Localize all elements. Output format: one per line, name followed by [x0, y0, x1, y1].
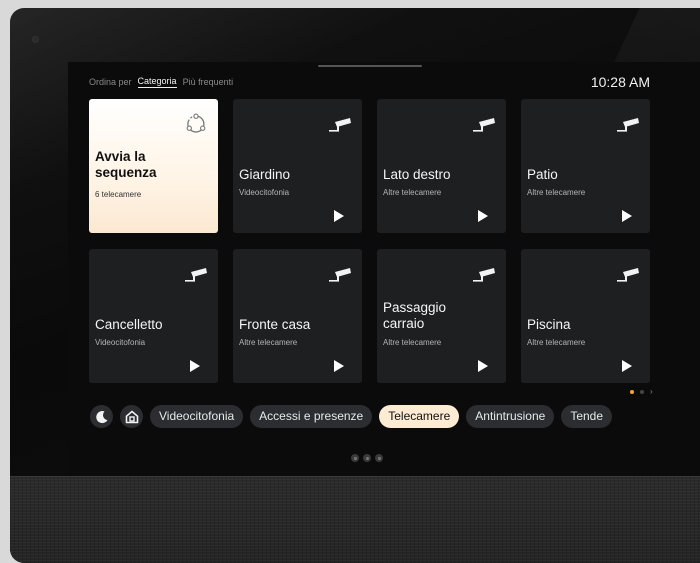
- category-telecamere[interactable]: Telecamere: [379, 405, 460, 428]
- card-passaggio-carraio[interactable]: Passaggio carraio Altre telecamere: [377, 249, 506, 383]
- touch-buttons: [351, 454, 383, 462]
- sequence-icon: [186, 113, 206, 133]
- card-title: Lato destro: [383, 167, 451, 182]
- play-icon[interactable]: [190, 360, 200, 372]
- sort-bar: Ordina per Categoria Più frequenti: [89, 76, 233, 88]
- play-icon[interactable]: [478, 210, 488, 222]
- camera-icon: [617, 268, 639, 282]
- category-accessi-e-presenze[interactable]: Accessi e presenze: [250, 405, 373, 428]
- card-title: Patio: [527, 167, 558, 182]
- card-subtitle: Altre telecamere: [239, 338, 298, 347]
- home-icon: [125, 410, 138, 423]
- moon-icon: [95, 410, 107, 423]
- camera-icon: [473, 118, 495, 132]
- play-icon[interactable]: [334, 210, 344, 222]
- camera-icon: [329, 118, 351, 132]
- camera-icon: [185, 268, 207, 282]
- touch-button[interactable]: [351, 454, 359, 462]
- camera-sensor: [32, 36, 39, 43]
- speaker-grille: [10, 476, 700, 563]
- page-indicator: ›: [630, 388, 653, 396]
- category-bar: Videocitofonia Accessi e presenze Teleca…: [90, 405, 613, 428]
- card-title: Fronte casa: [239, 317, 311, 332]
- page-dot-active[interactable]: [630, 390, 634, 394]
- card-subtitle: 6 telecamere: [95, 190, 142, 199]
- touch-screen: Ordina per Categoria Più frequenti 10:28…: [68, 62, 700, 482]
- card-subtitle: Videocitofonia: [239, 188, 290, 197]
- page-dot[interactable]: [640, 390, 644, 394]
- card-subtitle: Videocitofonia: [95, 338, 146, 347]
- card-lato-destro[interactable]: Lato destro Altre telecamere: [377, 99, 506, 233]
- play-icon[interactable]: [334, 360, 344, 372]
- chevron-right-icon[interactable]: ›: [650, 388, 653, 396]
- play-icon[interactable]: [478, 360, 488, 372]
- sort-option-categoria[interactable]: Categoria: [137, 76, 177, 88]
- card-subtitle: Altre telecamere: [527, 188, 586, 197]
- camera-icon: [329, 268, 351, 282]
- category-videocitofonia[interactable]: Videocitofonia: [150, 405, 244, 428]
- card-sequence[interactable]: Avvia la sequenza 6 telecamere: [89, 99, 218, 233]
- home-button[interactable]: [120, 405, 143, 428]
- clock: 10:28 AM: [590, 74, 650, 90]
- card-patio[interactable]: Patio Altre telecamere: [521, 99, 650, 233]
- card-title: Piscina: [527, 317, 571, 332]
- card-giardino[interactable]: Giardino Videocitofonia: [233, 99, 362, 233]
- intercom-device: Ordina per Categoria Più frequenti 10:28…: [10, 8, 700, 563]
- card-title: Giardino: [239, 167, 291, 182]
- touch-button[interactable]: [363, 454, 371, 462]
- play-icon[interactable]: [622, 360, 632, 372]
- card-subtitle: Altre telecamere: [383, 188, 442, 197]
- category-antintrusione[interactable]: Antintrusione: [466, 405, 555, 428]
- card-title: Avvia la sequenza: [95, 149, 157, 180]
- sort-label: Ordina per: [89, 77, 132, 87]
- category-tende[interactable]: Tende: [561, 405, 613, 428]
- card-title: Passaggio carraio: [383, 300, 447, 331]
- touch-button[interactable]: [375, 454, 383, 462]
- card-title: Cancelletto: [95, 317, 163, 332]
- card-subtitle: Altre telecamere: [383, 338, 442, 347]
- camera-icon: [473, 268, 495, 282]
- card-cancelletto[interactable]: Cancelletto Videocitofonia: [89, 249, 218, 383]
- night-mode-button[interactable]: [90, 405, 113, 428]
- pull-down-handle[interactable]: [318, 65, 422, 67]
- card-piscina[interactable]: Piscina Altre telecamere: [521, 249, 650, 383]
- camera-icon: [617, 118, 639, 132]
- card-fronte-casa[interactable]: Fronte casa Altre telecamere: [233, 249, 362, 383]
- card-subtitle: Altre telecamere: [527, 338, 586, 347]
- play-icon[interactable]: [622, 210, 632, 222]
- sort-option-piu-frequenti[interactable]: Più frequenti: [183, 77, 234, 87]
